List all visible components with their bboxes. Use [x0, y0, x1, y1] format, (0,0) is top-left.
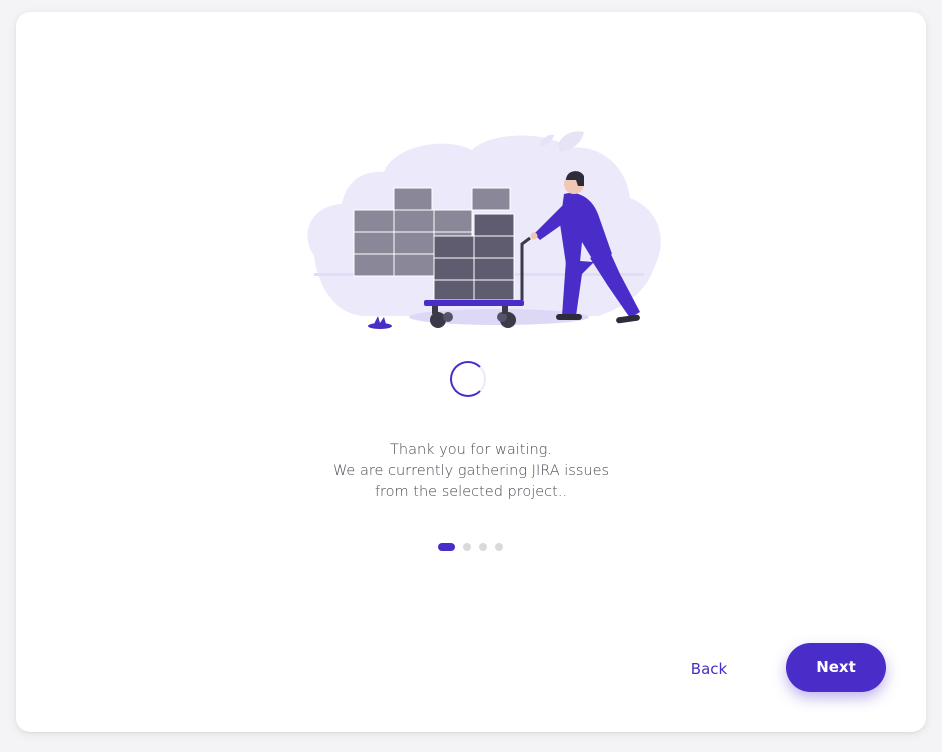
message-line: We are currently gathering JIRA issues [332, 463, 610, 479]
loading-message: Thank you for waiting. We are currently … [16, 440, 926, 503]
back-button[interactable]: Back [674, 656, 744, 682]
next-button[interactable]: Next [786, 643, 886, 692]
step-dot [495, 542, 503, 551]
step-dot-active [438, 542, 455, 551]
step-dot [479, 542, 487, 551]
wizard-card: Thank you for waiting. We are currently … [16, 12, 926, 732]
message-line: Thank you for waiting. [390, 442, 552, 458]
message-line: from the selected project.. [374, 484, 568, 500]
step-dot [463, 542, 471, 551]
warehouse-worker-illustration [294, 124, 666, 336]
step-indicator [438, 542, 503, 551]
loading-spinner-icon [450, 361, 486, 397]
